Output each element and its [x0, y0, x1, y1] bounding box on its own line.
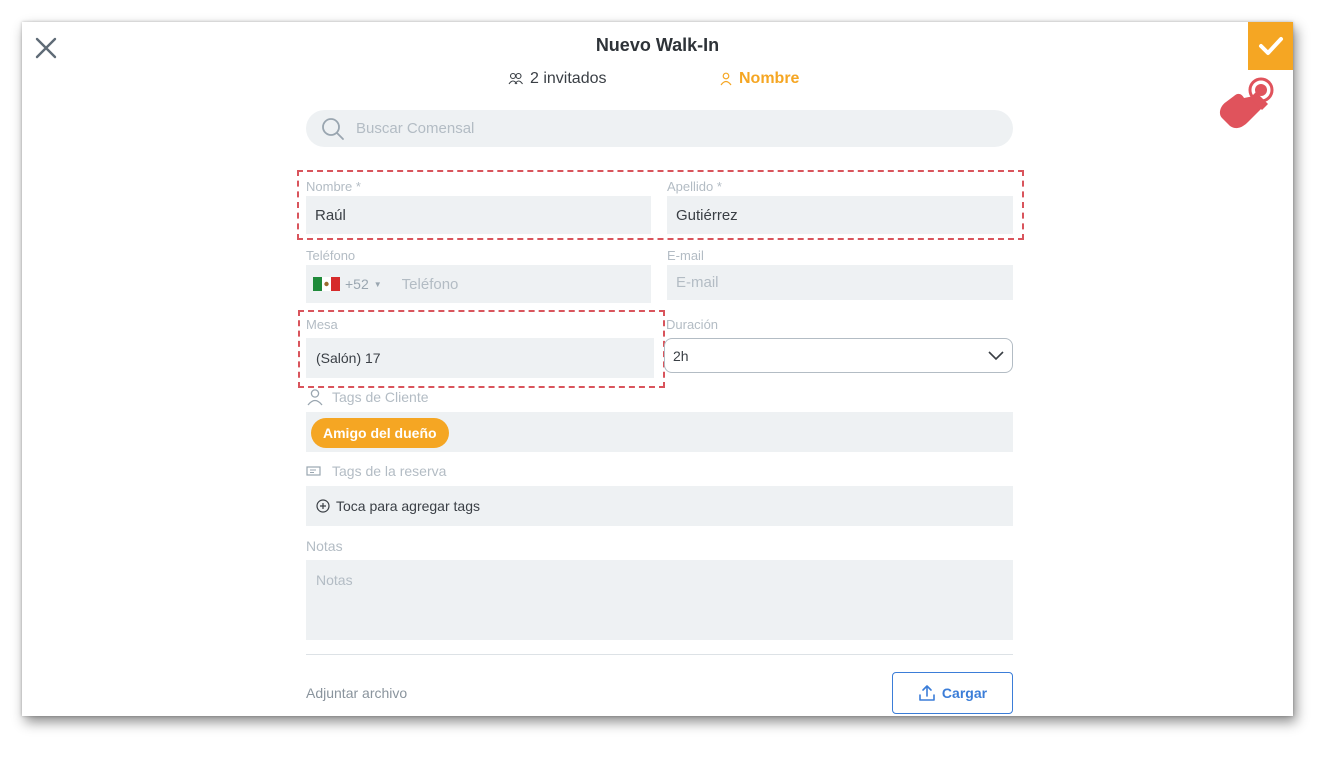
- client-tags-label: Tags de Cliente: [332, 389, 429, 405]
- table-label: Mesa: [306, 317, 338, 332]
- step-guests[interactable]: 2 invitados: [508, 70, 607, 88]
- mexico-flag-icon: [313, 277, 340, 291]
- client-tag-chip[interactable]: Amigo del dueño: [311, 418, 449, 448]
- table-value: (Salón) 17: [316, 350, 381, 366]
- plus-circle-icon: [316, 499, 330, 513]
- duration-value: 2h: [673, 347, 689, 364]
- notes-textarea[interactable]: [306, 560, 1013, 640]
- table-field[interactable]: (Salón) 17: [306, 338, 654, 378]
- reservation-tags-header: Tags de la reserva: [306, 463, 446, 479]
- chevron-down-icon: [988, 350, 1004, 360]
- first-name-input[interactable]: [313, 205, 622, 225]
- step-name[interactable]: Nombre: [719, 70, 799, 88]
- search-icon: [322, 117, 344, 140]
- last-name-field[interactable]: [667, 196, 1013, 234]
- last-name-input[interactable]: [674, 205, 984, 225]
- attachment-label: Adjuntar archivo: [306, 685, 408, 701]
- step-guests-label: 2 invitados: [530, 70, 607, 87]
- phone-input[interactable]: [399, 274, 634, 294]
- duration-select[interactable]: 2h: [664, 338, 1013, 373]
- email-field[interactable]: [667, 265, 1013, 300]
- phone-field[interactable]: +52 ▼: [306, 265, 651, 303]
- upload-icon: [919, 685, 935, 701]
- people-icon: [508, 72, 523, 85]
- tap-hand-icon: [1219, 77, 1274, 129]
- confirm-button[interactable]: [1248, 22, 1293, 70]
- last-name-label: Apellido *: [667, 179, 722, 194]
- reservation-tags-label: Tags de la reserva: [332, 463, 447, 479]
- caret-down-icon: ▼: [373, 279, 382, 289]
- divider: [306, 654, 1013, 655]
- email-label: E-mail: [667, 248, 704, 263]
- email-input[interactable]: [674, 273, 984, 292]
- phone-label: Teléfono: [306, 248, 356, 263]
- upload-label: Cargar: [941, 685, 988, 701]
- search-input[interactable]: [354, 119, 958, 138]
- first-name-label: Nombre *: [306, 179, 361, 194]
- notes-label: Notas: [306, 538, 343, 554]
- add-tags-label: Toca para agregar tags: [336, 498, 480, 514]
- walk-in-modal: Nuevo Walk-In 2 invitados Nombre Nombr: [22, 22, 1293, 716]
- upload-button[interactable]: Cargar: [892, 672, 1013, 714]
- tag-icon: [306, 466, 321, 476]
- reservation-tags-field[interactable]: Toca para agregar tags: [306, 486, 1013, 526]
- check-icon: [1258, 37, 1283, 55]
- country-selector[interactable]: +52 ▼: [313, 276, 382, 292]
- page-title: Nuevo Walk-In: [595, 35, 720, 55]
- step-name-label: Nombre: [739, 70, 800, 87]
- client-tags-header: Tags de Cliente: [306, 388, 429, 406]
- person-icon: [307, 389, 323, 406]
- person-icon: [720, 72, 732, 86]
- first-name-field[interactable]: [306, 196, 651, 234]
- country-code: +52: [345, 276, 369, 292]
- search-bar[interactable]: [306, 110, 1013, 147]
- duration-label: Duración: [666, 317, 719, 332]
